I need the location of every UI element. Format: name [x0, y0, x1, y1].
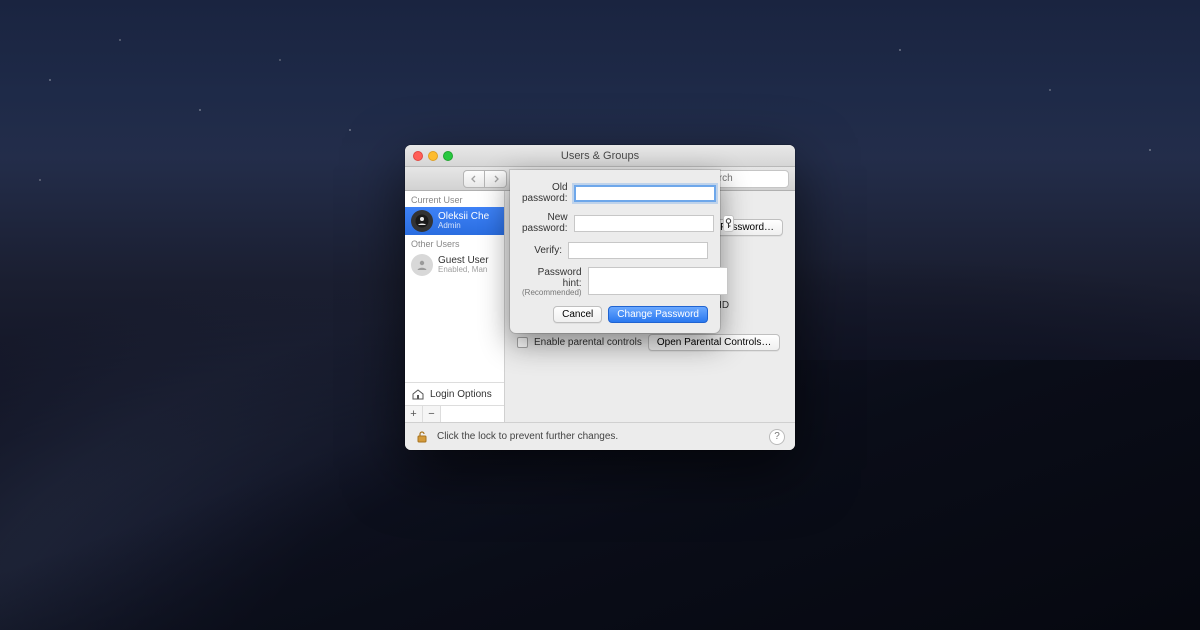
- avatar: [411, 210, 433, 232]
- hint-label: Password hint: (Recommended): [522, 267, 582, 298]
- sidebar-section-current: Current User: [405, 191, 504, 207]
- sidebar-section-other: Other Users: [405, 235, 504, 251]
- lock-bar: Click the lock to prevent further change…: [405, 422, 795, 450]
- login-options-label: Login Options: [430, 389, 492, 400]
- window-title: Users & Groups: [405, 150, 795, 162]
- remove-user-button[interactable]: −: [423, 406, 441, 422]
- user-avatar-icon: [415, 214, 429, 228]
- sidebar-item-guest[interactable]: Guest User Enabled, Man: [405, 251, 504, 279]
- password-hint-input[interactable]: [588, 267, 728, 295]
- chevron-left-icon: [470, 175, 478, 183]
- key-icon: [724, 218, 733, 229]
- minimize-icon[interactable]: [428, 151, 438, 161]
- back-button[interactable]: [463, 170, 485, 188]
- guest-silhouette-icon: [415, 258, 429, 272]
- change-password-confirm-button[interactable]: Change Password: [608, 306, 708, 323]
- forward-button[interactable]: [485, 170, 507, 188]
- change-password-sheet: Old password: New password: Verify: Pass…: [510, 170, 720, 333]
- help-button[interactable]: ?: [769, 429, 785, 445]
- new-password-input[interactable]: [574, 215, 714, 232]
- old-password-label: Old password:: [522, 182, 568, 204]
- verify-label: Verify:: [522, 245, 562, 256]
- cancel-button[interactable]: Cancel: [553, 306, 602, 323]
- new-password-label: New password:: [522, 212, 568, 234]
- add-user-button[interactable]: +: [405, 406, 423, 422]
- maximize-icon[interactable]: [443, 151, 453, 161]
- guest-sub: Enabled, Man: [438, 266, 489, 275]
- avatar: [411, 254, 433, 276]
- titlebar[interactable]: Users & Groups: [405, 145, 795, 167]
- login-options[interactable]: Login Options: [405, 382, 504, 405]
- old-password-input[interactable]: [574, 185, 716, 202]
- close-icon[interactable]: [413, 151, 423, 161]
- change-password-button[interactable]: Password…: [711, 219, 783, 236]
- parental-controls-label: Enable parental controls: [534, 337, 642, 348]
- user-role: Admin: [438, 222, 489, 231]
- password-assistant-button[interactable]: [723, 215, 734, 232]
- sidebar-item-current-user[interactable]: Oleksii Che Admin: [405, 207, 504, 235]
- chevron-right-icon: [492, 175, 500, 183]
- open-parental-controls-button[interactable]: Open Parental Controls…: [648, 334, 781, 351]
- unlocked-lock-icon[interactable]: [415, 430, 429, 444]
- user-sidebar: Current User Oleksii Che Admin Other Use…: [405, 191, 505, 422]
- house-icon: [411, 387, 425, 401]
- lock-text: Click the lock to prevent further change…: [437, 431, 618, 442]
- verify-password-input[interactable]: [568, 242, 708, 259]
- parental-controls-checkbox[interactable]: [517, 337, 528, 348]
